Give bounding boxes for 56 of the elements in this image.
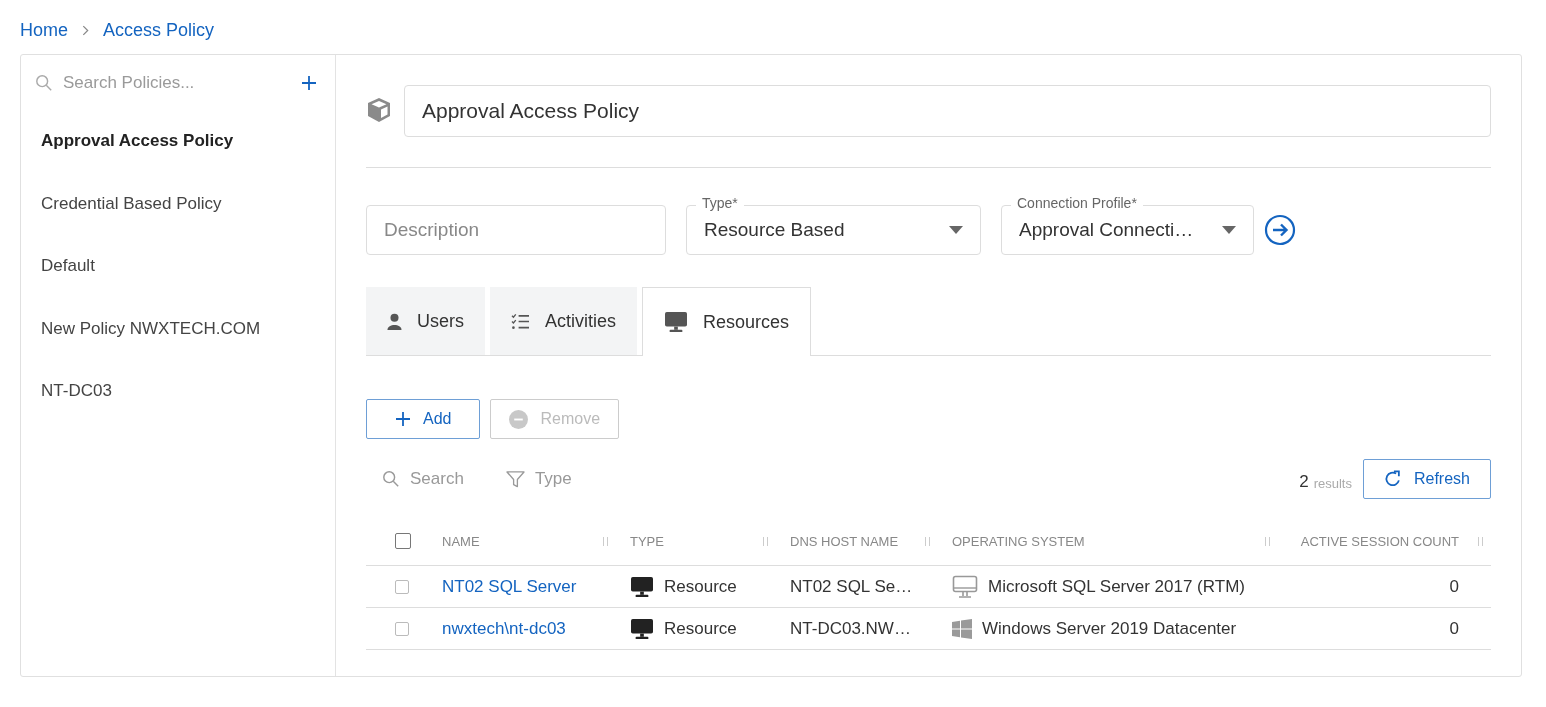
policy-item[interactable]: Credential Based Policy [21, 193, 335, 256]
column-header[interactable]: NAME [442, 533, 480, 549]
column-header[interactable]: DNS HOST NAME [790, 533, 899, 549]
checklist-icon [511, 312, 530, 330]
refresh-button[interactable]: Refresh [1362, 459, 1491, 499]
results-label: results [1313, 475, 1352, 491]
monitor-icon [630, 617, 654, 640]
plus-icon [395, 411, 411, 427]
add-button[interactable]: Add [366, 399, 481, 439]
caret-icon [1222, 226, 1236, 234]
policy-item[interactable]: Default [21, 256, 335, 319]
row-checkbox[interactable] [395, 622, 409, 636]
table-cell: Resource [664, 576, 737, 597]
search-icon [35, 74, 53, 92]
breadcrumb-link[interactable]: Access Policy [103, 20, 215, 41]
tab[interactable]: Activities [490, 287, 638, 355]
table-cell: Windows Server 2019 Datacenter [982, 618, 1237, 639]
table-cell: NT-DC03.NW… [790, 618, 911, 638]
field-label: Connection Profile* [1011, 195, 1143, 211]
chevron-icon [82, 25, 89, 36]
tab[interactable]: Resources [642, 287, 812, 356]
field-label: Type* [696, 195, 744, 211]
breadcrumb-link[interactable]: Home [20, 20, 68, 41]
refresh-icon [1383, 470, 1402, 488]
monitor-icon [952, 574, 978, 599]
column-header[interactable]: ACTIVE SESSION COUNT [1300, 533, 1459, 549]
cube-icon [366, 96, 392, 123]
description-field[interactable]: Description [366, 205, 666, 255]
table-cell: NT02 SQL Se… [790, 576, 913, 596]
resource-link[interactable]: NT02 SQL Server [442, 576, 577, 596]
caret-icon [949, 226, 963, 234]
monitor-icon [664, 311, 689, 333]
search-icon [382, 470, 400, 488]
policy-name-field[interactable]: Approval Access Policy [404, 85, 1491, 137]
add-icon[interactable] [301, 75, 317, 91]
tab[interactable]: Users [366, 287, 485, 355]
table-cell: Microsoft SQL Server 2017 (RTM) [988, 576, 1245, 597]
windows-logo-icon [952, 618, 972, 639]
resource-link[interactable]: nwxtech\nt-dc03 [442, 618, 566, 638]
column-header[interactable]: OPERATING SYSTEM [952, 533, 1085, 549]
user-icon [387, 312, 402, 330]
column-header[interactable]: TYPE [630, 533, 664, 549]
search-field[interactable]: Search Policies... [63, 73, 291, 93]
monitor-icon [630, 575, 654, 598]
minus-circle-icon [509, 409, 529, 429]
table-cell: 0 [1449, 576, 1459, 596]
filter-icon [505, 470, 525, 488]
policy-item[interactable]: Approval Access Policy [21, 131, 335, 194]
select-all-checkbox[interactable] [395, 533, 411, 550]
result-count: 2 [1299, 472, 1309, 492]
row-checkbox[interactable] [395, 580, 409, 594]
policy-item[interactable]: NT-DC03 [21, 381, 335, 444]
arrow-circle-icon[interactable] [1264, 214, 1296, 246]
policy-item[interactable]: New Policy NWXTECH.COM [21, 318, 335, 381]
table-cell: Resource [664, 618, 737, 639]
table-cell: 0 [1449, 618, 1459, 638]
